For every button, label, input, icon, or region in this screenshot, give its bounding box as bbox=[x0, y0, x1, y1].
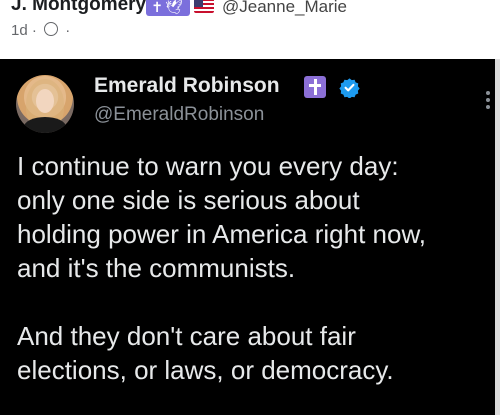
outer-author-name[interactable]: J. Montgomery bbox=[11, 0, 146, 16]
faith-badge-icon: ✝🕊 bbox=[146, 0, 190, 16]
verified-badge-icon bbox=[339, 78, 360, 98]
tweet-text: I continue to warn you every day: only o… bbox=[17, 149, 487, 387]
embedded-tweet[interactable]: Emerald Robinson @EmeraldRobinson I cont… bbox=[0, 59, 495, 415]
us-flag-icon bbox=[194, 0, 214, 13]
tweet-line: only one side is serious about bbox=[17, 185, 360, 215]
more-options-icon[interactable] bbox=[486, 91, 490, 113]
tweet-line: And they don't care about fair bbox=[17, 321, 356, 351]
cross-icon bbox=[304, 76, 326, 98]
meta-separator: · bbox=[65, 22, 71, 39]
tweet-line: holding power in America right now, bbox=[17, 219, 427, 249]
post-timestamp[interactable]: 1d · bbox=[11, 22, 37, 39]
tweet-author-handle[interactable]: @EmeraldRobinson bbox=[94, 104, 264, 126]
post-meta: 1d · · bbox=[11, 22, 70, 39]
avatar[interactable] bbox=[16, 75, 74, 133]
tweet-author-name[interactable]: Emerald Robinson bbox=[94, 74, 280, 98]
outer-post-header: J. Montgomery ✝🕊 @Jeanne_Marie 1d · · bbox=[0, 0, 500, 56]
tweet-line: elections, or laws, or democracy. bbox=[17, 355, 394, 385]
tweet-line: and it's the communists. bbox=[17, 253, 296, 283]
scroll-edge bbox=[495, 59, 500, 415]
outer-author-handle[interactable]: @Jeanne_Marie bbox=[222, 0, 347, 17]
tweet-line: I continue to warn you every day: bbox=[17, 151, 399, 181]
globe-icon bbox=[44, 22, 59, 36]
